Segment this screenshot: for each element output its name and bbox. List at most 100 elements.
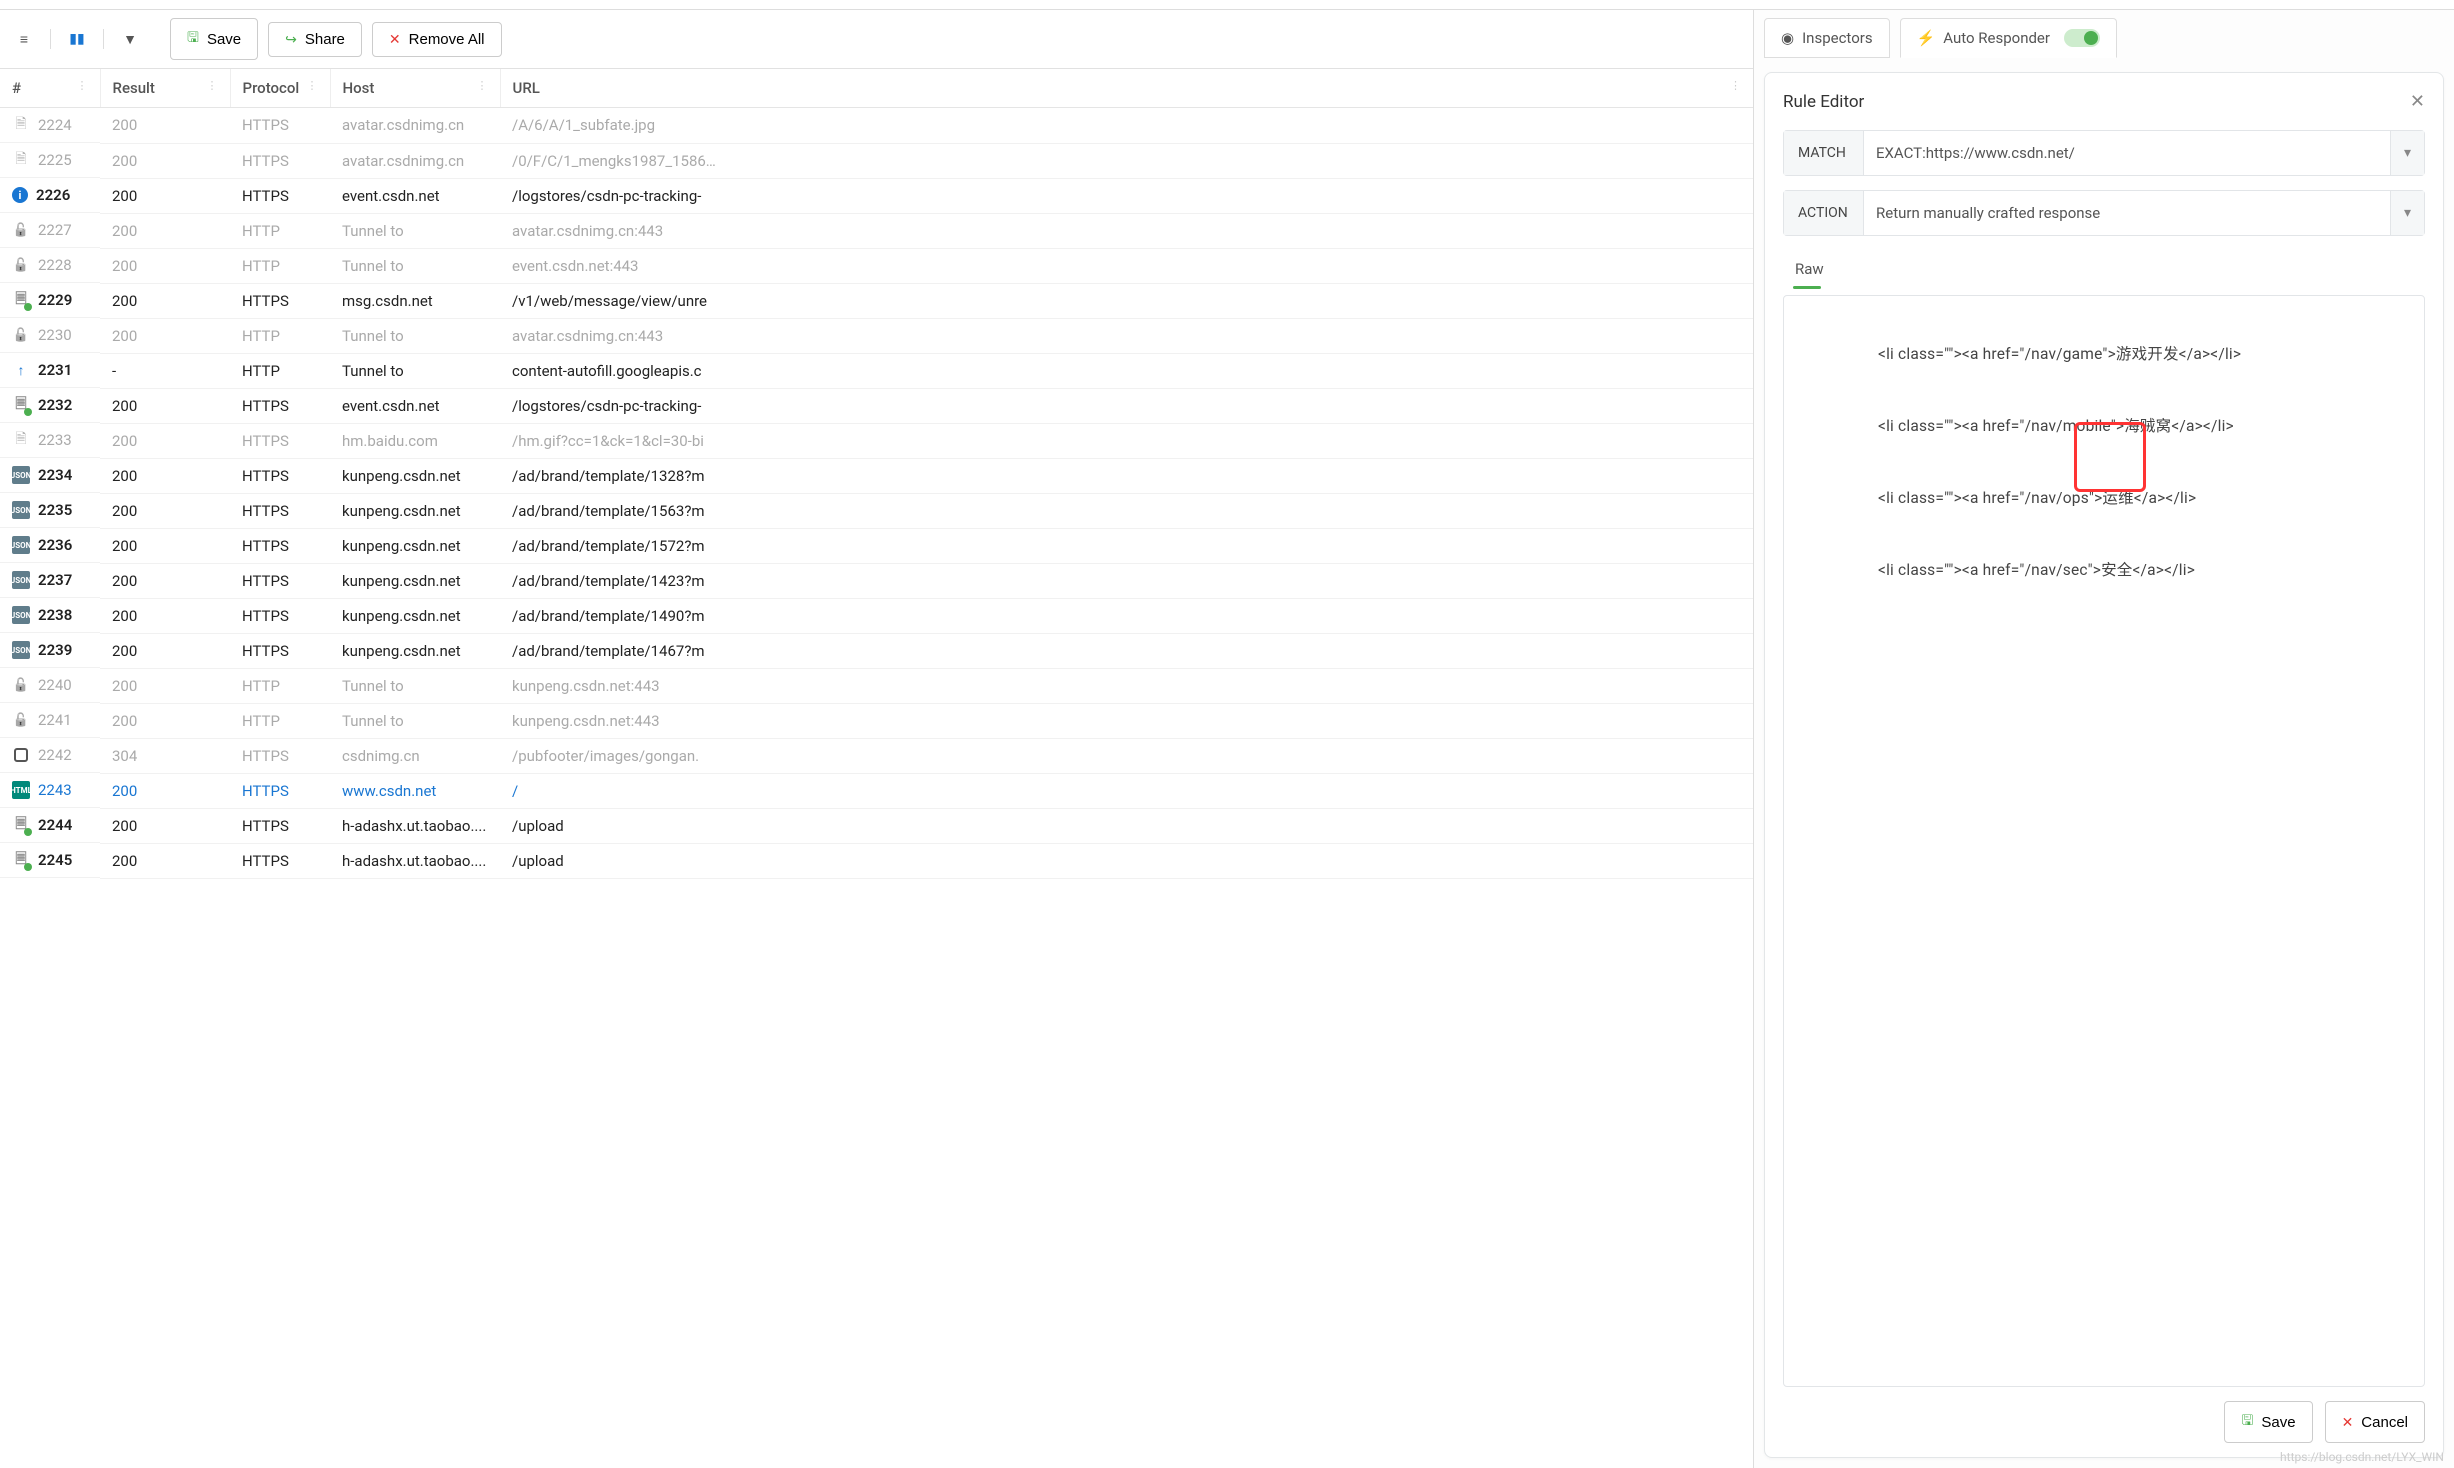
col-result[interactable]: Result⋮ xyxy=(100,69,230,108)
col-host[interactable]: Host⋮ xyxy=(330,69,500,108)
table-row[interactable]: 2224200HTTPSavatar.csdnimg.cn/A/6/A/1_su… xyxy=(0,108,1753,144)
cell-protocol: HTTP xyxy=(230,213,330,248)
cell-result: 200 xyxy=(100,493,230,528)
match-dropdown[interactable]: ▾ xyxy=(2390,131,2424,175)
cell-url: /pubfooter/images/gongan. xyxy=(500,738,1753,773)
cell-host: msg.csdn.net xyxy=(330,283,500,318)
cell-host: Tunnel to xyxy=(330,318,500,353)
table-row[interactable]: 2231-HTTPTunnel tocontent-autofill.googl… xyxy=(0,353,1753,388)
col-url[interactable]: URL⋮ xyxy=(500,69,1753,108)
match-input[interactable]: EXACT:https://www.csdn.net/ xyxy=(1864,131,2390,175)
autoresp-label: Auto Responder xyxy=(1943,29,2050,47)
cell-host: h-adashx.ut.taobao.... xyxy=(330,843,500,878)
col-protocol[interactable]: Protocol⋮ xyxy=(230,69,330,108)
separator xyxy=(103,29,104,49)
table-row[interactable]: 2239200HTTPSkunpeng.csdn.net/ad/brand/te… xyxy=(0,633,1753,668)
share-button[interactable]: ↪Share xyxy=(268,22,362,57)
cell-url: /ad/brand/template/1328?m xyxy=(500,458,1753,493)
autoresp-toggle[interactable] xyxy=(2064,29,2100,47)
cell-protocol: HTTPS xyxy=(230,528,330,563)
close-icon[interactable]: ✕ xyxy=(2410,91,2425,112)
cell-protocol: HTTPS xyxy=(230,458,330,493)
cell-id: 2232 xyxy=(0,388,100,423)
cell-url: content-autofill.googleapis.c xyxy=(500,353,1753,388)
tab-inspectors[interactable]: ◉ Inspectors xyxy=(1764,18,1890,58)
cell-host: kunpeng.csdn.net xyxy=(330,493,500,528)
table-row[interactable]: 2226200HTTPSevent.csdn.net/logstores/csd… xyxy=(0,178,1753,213)
table-row[interactable]: 2229200HTTPSmsg.csdn.net/v1/web/message/… xyxy=(0,283,1753,318)
cell-result: 200 xyxy=(100,668,230,703)
cell-url: avatar.csdnimg.cn:443 xyxy=(500,213,1753,248)
table-row[interactable]: 2237200HTTPSkunpeng.csdn.net/ad/brand/te… xyxy=(0,563,1753,598)
editor-cancel-button[interactable]: ✕Cancel xyxy=(2325,1401,2425,1443)
cell-protocol: HTTP xyxy=(230,318,330,353)
share-label: Share xyxy=(305,31,345,48)
pause-icon[interactable]: ▮▮ xyxy=(63,25,91,53)
table-row[interactable]: 2230200HTTPTunnel toavatar.csdnimg.cn:44… xyxy=(0,318,1753,353)
file-plus-icon xyxy=(12,396,30,414)
cell-result: 200 xyxy=(100,633,230,668)
cell-url: /hm.gif?cc=1&ck=1&cl=30-bi xyxy=(500,423,1753,458)
table-row[interactable]: 2241200HTTPTunnel tokunpeng.csdn.net:443 xyxy=(0,703,1753,738)
save-button[interactable]: 🖫Save xyxy=(170,18,258,60)
raw-line: <li class=""><a href="/nav/sec">安全</a></… xyxy=(1804,534,2404,606)
sessions-table: #⋮ Result⋮ Protocol⋮ Host⋮ URL⋮ 2224200H… xyxy=(0,69,1753,879)
cell-id: 2243 xyxy=(0,773,100,808)
unlock-icon xyxy=(12,326,30,344)
table-row[interactable]: 2227200HTTPTunnel toavatar.csdnimg.cn:44… xyxy=(0,213,1753,248)
cell-id: 2233 xyxy=(0,423,100,458)
inspectors-label: Inspectors xyxy=(1802,29,1872,47)
response-tabs: Raw xyxy=(1783,250,2425,284)
file-plus-icon xyxy=(12,816,30,834)
table-row[interactable]: 2232200HTTPSevent.csdn.net/logstores/csd… xyxy=(0,388,1753,423)
cell-url: /ad/brand/template/1563?m xyxy=(500,493,1753,528)
table-row[interactable]: 2233200HTTPShm.baidu.com/hm.gif?cc=1&ck=… xyxy=(0,423,1753,458)
remove-label: Remove All xyxy=(409,31,485,48)
top-tab-bar xyxy=(0,0,2454,10)
cell-url: /0/F/C/1_mengks1987_1586… xyxy=(500,143,1753,178)
tab-raw[interactable]: Raw xyxy=(1791,254,1828,284)
table-row[interactable]: 2244200HTTPSh-adashx.ut.taobao..../uploa… xyxy=(0,808,1753,843)
unlock-icon xyxy=(12,256,30,274)
table-row[interactable]: 2225200HTTPSavatar.csdnimg.cn/0/F/C/1_me… xyxy=(0,143,1753,178)
table-row[interactable]: 2245200HTTPSh-adashx.ut.taobao..../uploa… xyxy=(0,843,1753,878)
cell-host: kunpeng.csdn.net xyxy=(330,458,500,493)
cell-url: kunpeng.csdn.net:443 xyxy=(500,703,1753,738)
filter-icon[interactable]: ▼ xyxy=(116,25,144,53)
action-select[interactable]: Return manually crafted response xyxy=(1864,191,2390,235)
table-row[interactable]: 2228200HTTPTunnel toevent.csdn.net:443 xyxy=(0,248,1753,283)
editor-save-button[interactable]: 🖫Save xyxy=(2224,1401,2312,1443)
separator xyxy=(50,29,51,49)
cell-host: kunpeng.csdn.net xyxy=(330,528,500,563)
sessions-table-wrap[interactable]: #⋮ Result⋮ Protocol⋮ Host⋮ URL⋮ 2224200H… xyxy=(0,69,1753,1468)
eye-icon: ◉ xyxy=(1781,29,1794,47)
cell-id: 2235 xyxy=(0,493,100,528)
table-row[interactable]: 2235200HTTPSkunpeng.csdn.net/ad/brand/te… xyxy=(0,493,1753,528)
cell-url: /ad/brand/template/1467?m xyxy=(500,633,1753,668)
action-dropdown[interactable]: ▾ xyxy=(2390,191,2424,235)
cell-url: /logstores/csdn-pc-tracking- xyxy=(500,388,1753,423)
cell-host: Tunnel to xyxy=(330,213,500,248)
table-row[interactable]: 2240200HTTPTunnel tokunpeng.csdn.net:443 xyxy=(0,668,1753,703)
tab-auto-responder[interactable]: ⚡ Auto Responder xyxy=(1900,18,2117,58)
raw-response-box[interactable]: <li class=""><a href="/nav/game">游戏开发</a… xyxy=(1783,295,2425,1387)
cell-result: 200 xyxy=(100,318,230,353)
remove-all-button[interactable]: ✕Remove All xyxy=(372,22,502,57)
menu-icon[interactable] xyxy=(10,25,38,53)
cell-result: 200 xyxy=(100,843,230,878)
cell-host: event.csdn.net xyxy=(330,388,500,423)
cell-protocol: HTTP xyxy=(230,703,330,738)
cell-id: 2227 xyxy=(0,213,100,248)
table-row[interactable]: 2234200HTTPSkunpeng.csdn.net/ad/brand/te… xyxy=(0,458,1753,493)
table-row[interactable]: 2243200HTTPSwww.csdn.net/ xyxy=(0,773,1753,808)
table-row[interactable]: 2236200HTTPSkunpeng.csdn.net/ad/brand/te… xyxy=(0,528,1753,563)
right-panel: ◉ Inspectors ⚡ Auto Responder Rule Edito… xyxy=(1754,10,2454,1468)
cell-host: Tunnel to xyxy=(330,248,500,283)
table-row[interactable]: 2242304HTTPScsdnimg.cn/pubfooter/images/… xyxy=(0,738,1753,773)
table-row[interactable]: 2238200HTTPSkunpeng.csdn.net/ad/brand/te… xyxy=(0,598,1753,633)
cell-host: Tunnel to xyxy=(330,668,500,703)
action-label: ACTION xyxy=(1784,191,1864,235)
col-number[interactable]: #⋮ xyxy=(0,69,100,108)
cell-id: 2241 xyxy=(0,703,100,738)
match-label: MATCH xyxy=(1784,131,1864,175)
